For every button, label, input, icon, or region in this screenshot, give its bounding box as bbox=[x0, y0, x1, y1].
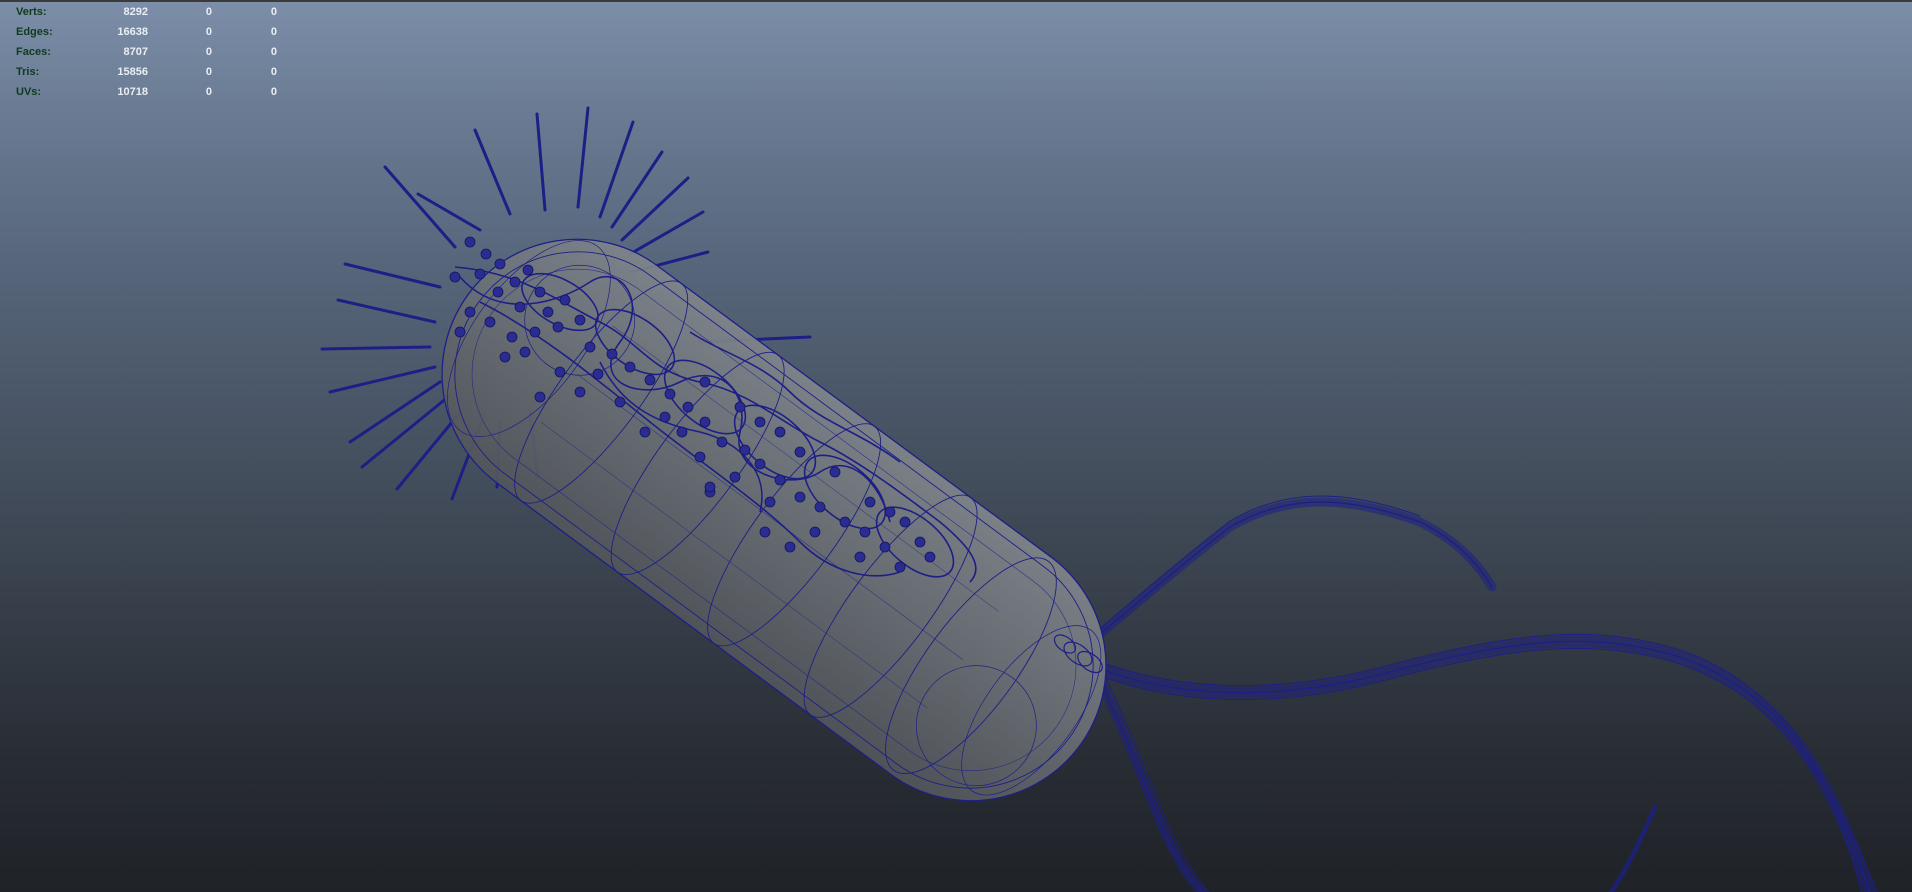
bacterium-wireframe-model[interactable] bbox=[0, 2, 1912, 892]
3d-viewport[interactable]: Verts: 8292 0 0 Edges: 16638 0 0 Faces: … bbox=[0, 0, 1912, 892]
poly-count-hud: Verts: 8292 0 0 Edges: 16638 0 0 Faces: … bbox=[16, 2, 277, 102]
flagellum-long bbox=[1089, 633, 1878, 892]
flagellum-tip bbox=[1608, 804, 1658, 892]
hud-value-object: 16638 bbox=[117, 26, 148, 38]
hud-value-selected: 0 bbox=[205, 46, 212, 58]
hud-row-tris: Tris: 15856 0 0 bbox=[16, 62, 277, 82]
hud-value-other: 0 bbox=[270, 46, 277, 58]
cell-body bbox=[441, 238, 1107, 802]
hud-label: Verts: bbox=[16, 6, 47, 18]
hud-value-selected: 0 bbox=[205, 66, 212, 78]
hud-row-uvs: UVs: 10718 0 0 bbox=[16, 82, 277, 102]
hud-value-selected: 0 bbox=[205, 26, 212, 38]
hud-row-verts: Verts: 8292 0 0 bbox=[16, 2, 277, 22]
hud-value-object: 15856 bbox=[117, 66, 148, 78]
hud-value-other: 0 bbox=[270, 86, 277, 98]
hud-value-object: 10718 bbox=[117, 86, 148, 98]
flagella bbox=[1080, 495, 1878, 892]
hud-value-object: 8707 bbox=[123, 46, 148, 58]
hud-label: Faces: bbox=[16, 46, 51, 58]
hud-label: UVs: bbox=[16, 86, 42, 98]
flagellum-lower bbox=[1090, 665, 1210, 892]
hud-row-faces: Faces: 8707 0 0 bbox=[16, 42, 277, 62]
flagellum-upper bbox=[1080, 495, 1497, 652]
hud-label: Edges: bbox=[16, 26, 53, 38]
hud-value-object: 8292 bbox=[123, 6, 148, 18]
hud-value-other: 0 bbox=[270, 6, 277, 18]
hud-value-selected: 0 bbox=[205, 86, 212, 98]
hud-value-other: 0 bbox=[270, 66, 277, 78]
hud-value-other: 0 bbox=[270, 26, 277, 38]
hud-label: Tris: bbox=[16, 66, 40, 78]
hud-row-edges: Edges: 16638 0 0 bbox=[16, 22, 277, 42]
hud-value-selected: 0 bbox=[205, 6, 212, 18]
